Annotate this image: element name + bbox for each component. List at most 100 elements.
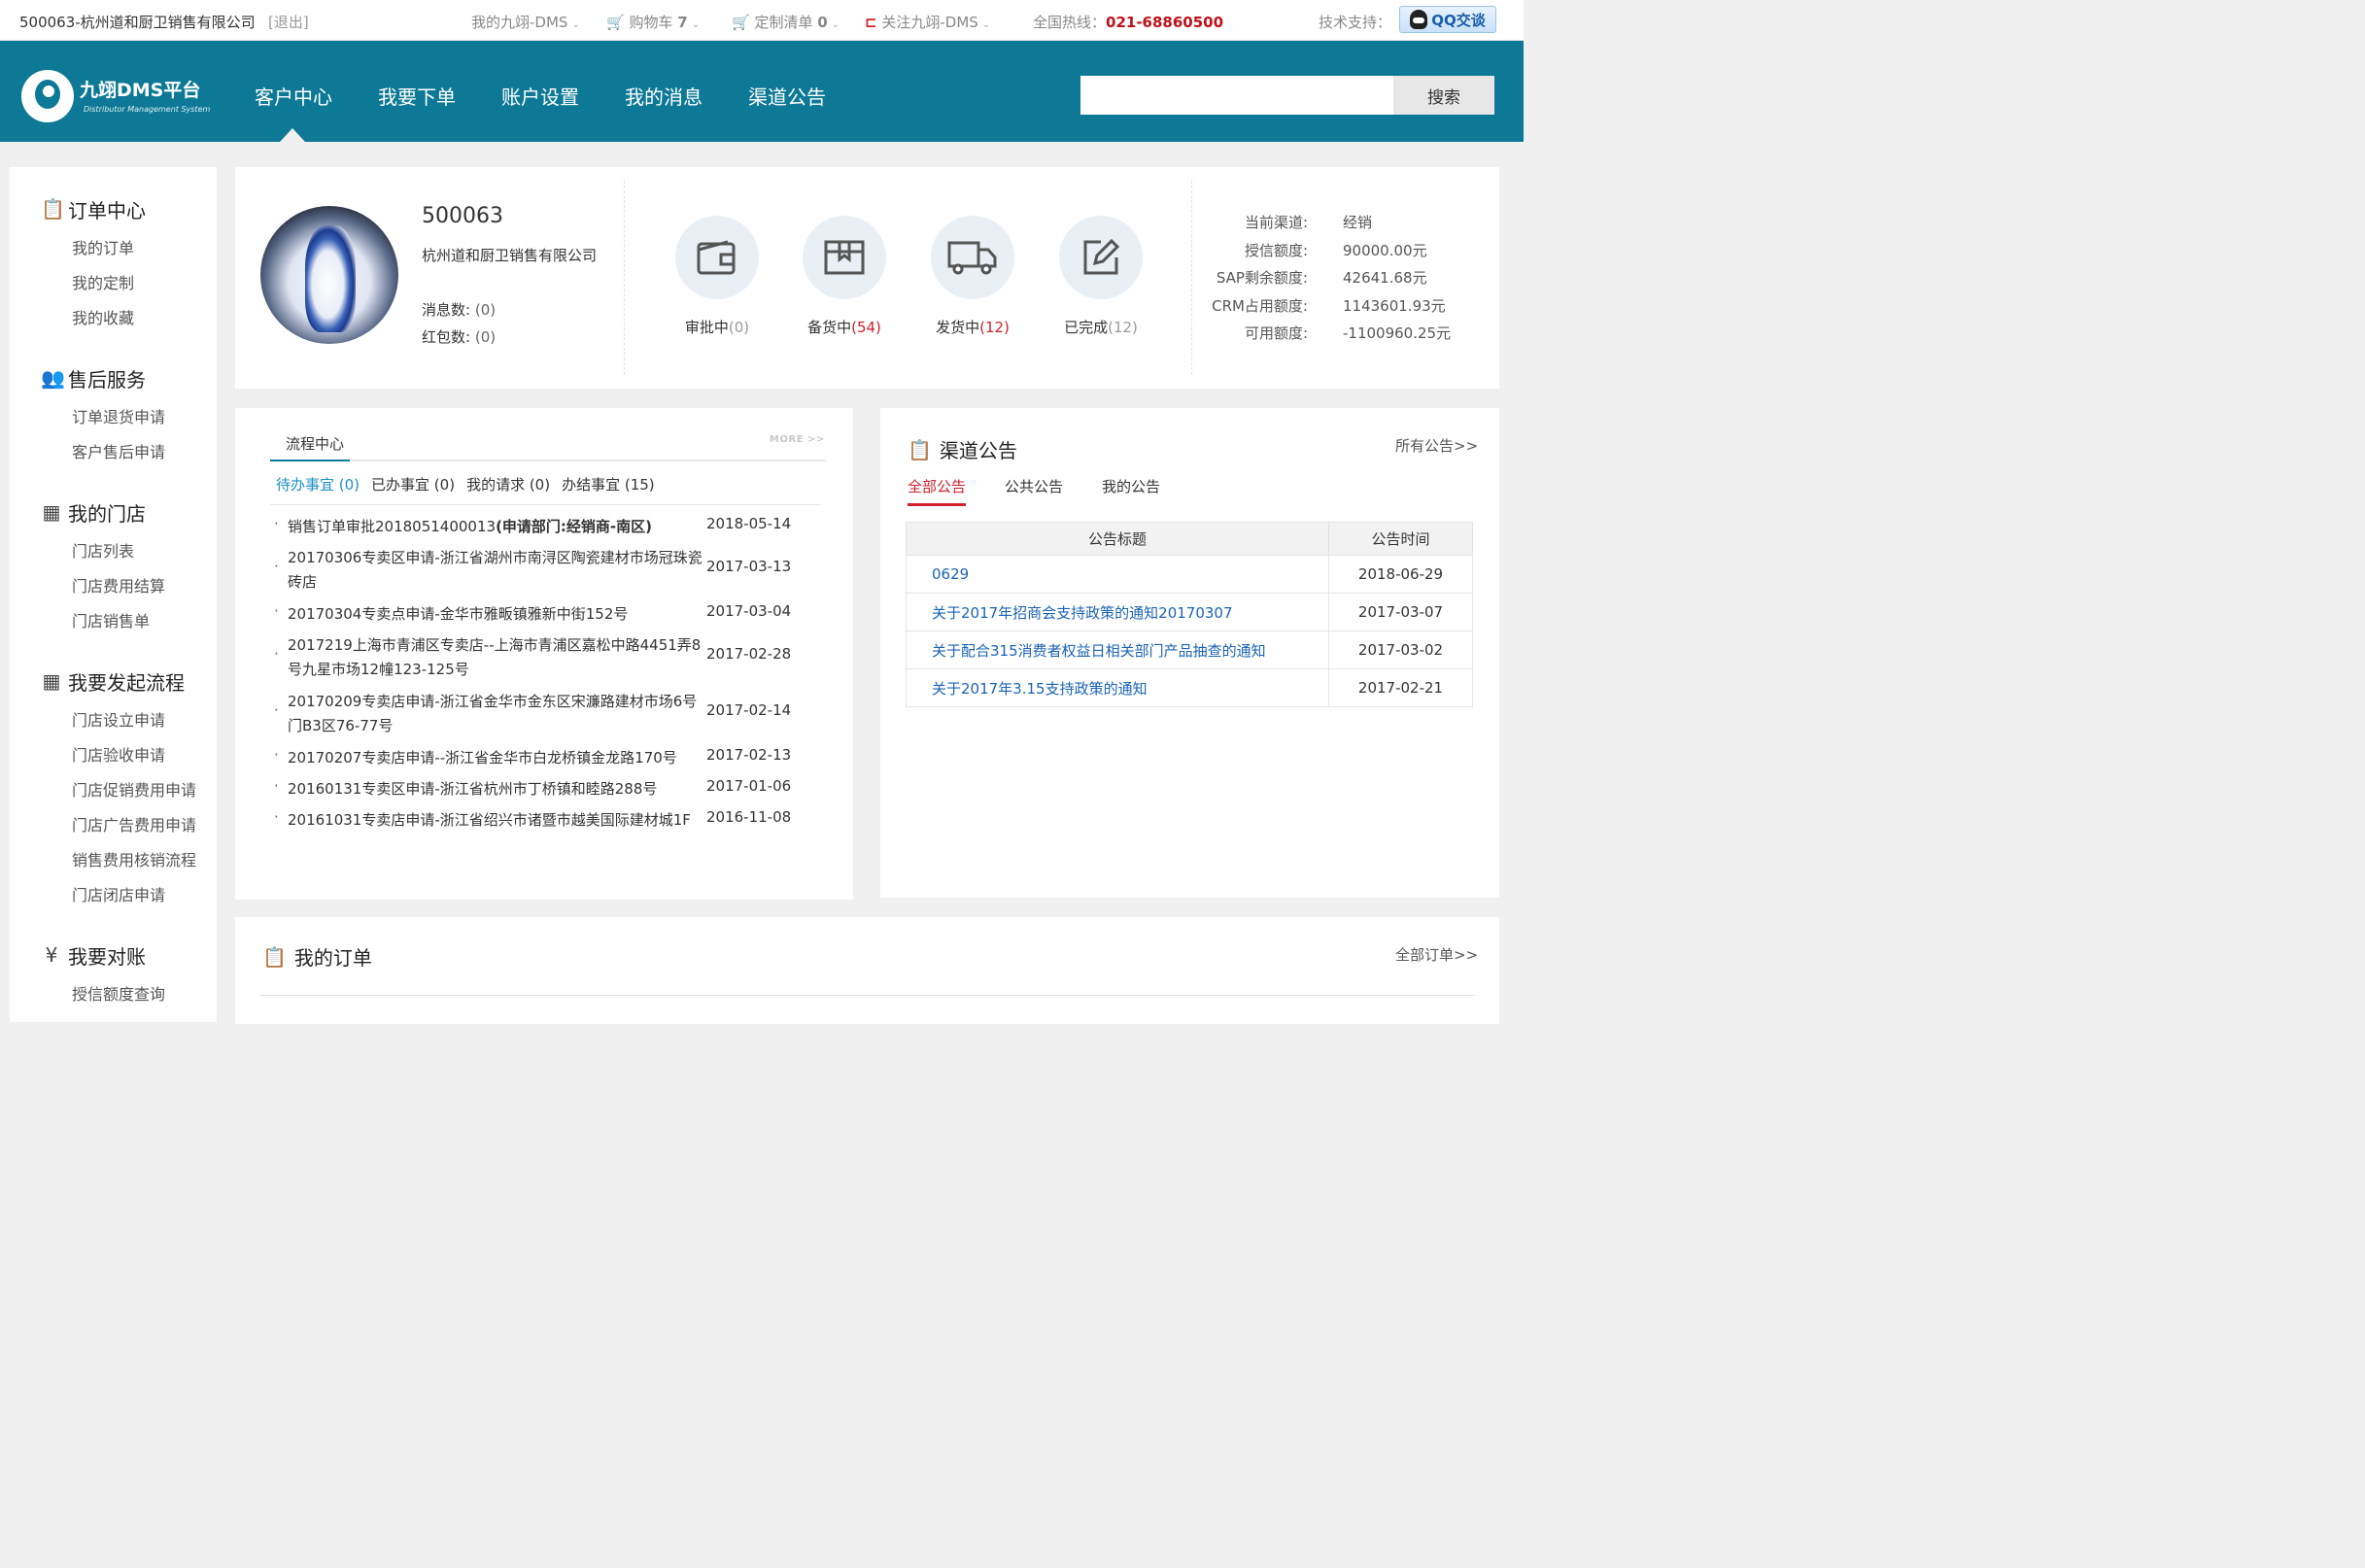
table-row: 关于配合315消费者权益日相关部门产品抽查的通知 2017-03-02	[906, 631, 1473, 669]
sidebar-item[interactable]: 门店费用结算	[10, 569, 217, 604]
company-name: 500063-杭州道和厨卫销售有限公司	[19, 14, 256, 31]
notice-title-link[interactable]: 关于2017年3.15支持政策的通知	[906, 668, 1329, 707]
notice-tabs: 全部公告 公共公告 我的公告	[908, 476, 1160, 506]
nav-place-order[interactable]: 我要下单	[378, 82, 456, 110]
all-orders-link[interactable]: 全部订单>>	[1395, 944, 1478, 965]
sidebar-item[interactable]: 门店促销费用申请	[10, 773, 217, 808]
sidebar-heading-label: 售后服务	[68, 367, 146, 392]
sidebar-item[interactable]: 门店设立申请	[10, 703, 217, 738]
subtab-done[interactable]: 已办事宜 (0)	[371, 474, 455, 494]
flow-row-date: 2017-02-13	[706, 746, 792, 764]
chevron-down-icon: ⌄	[691, 19, 701, 30]
tab-my-notices[interactable]: 我的公告	[1102, 476, 1160, 506]
sidebar-item[interactable]: 门店广告费用申请	[10, 808, 217, 843]
my-dms-menu[interactable]: 我的九翊-DMS ⌄	[471, 12, 580, 32]
sidebar-item[interactable]: 门店验收申请	[10, 738, 217, 773]
subtab-todo[interactable]: 待办事宜 (0)	[276, 474, 360, 494]
divider	[270, 504, 820, 505]
search-input[interactable]	[1080, 76, 1393, 115]
sidebar-item[interactable]: 门店销售单	[10, 604, 217, 639]
custom-list-menu[interactable]: 🛒 定制清单 0 ⌄	[732, 12, 840, 32]
logout-link[interactable]: [退出]	[268, 12, 309, 32]
status-shipping[interactable]: 发货中(12)	[914, 216, 1031, 337]
sidebar-item[interactable]: 门店闭店申请	[10, 878, 217, 913]
store-icon: ▦	[42, 669, 61, 693]
nav-account-settings[interactable]: 账户设置	[501, 82, 579, 110]
all-notices-link[interactable]: 所有公告>>	[1395, 435, 1478, 456]
tab-public-notices[interactable]: 公共公告	[1005, 476, 1063, 506]
logo[interactable]: 九翊DMS平台 Distributor Management System	[21, 68, 210, 122]
account-key: 可用额度:	[1244, 324, 1308, 342]
flow-row-date: 2018-05-14	[706, 515, 792, 532]
flow-subtabs: 待办事宜 (0) 已办事宜 (0) 我的请求 (0) 办结事宜 (15)	[276, 474, 655, 494]
sidebar-item[interactable]: 授信额度查询	[10, 977, 217, 1012]
tab-flow-center[interactable]: 流程中心	[286, 433, 344, 454]
sidebar-heading[interactable]: ¥ 我要对账	[10, 940, 217, 970]
sidebar-item[interactable]: 客户售后申请	[10, 435, 217, 470]
subtab-my-requests[interactable]: 我的请求 (0)	[466, 474, 550, 494]
divider	[270, 460, 826, 461]
column-header-title: 公告标题	[906, 522, 1329, 556]
sidebar-group-orders: 📋 订单中心 我的订单 我的定制 我的收藏	[10, 194, 217, 336]
red-packet-count[interactable]: 红包数: (0)	[422, 326, 496, 347]
sidebar-heading[interactable]: ▦ 我要发起流程	[10, 666, 217, 696]
sidebar-item[interactable]: 我的收藏	[10, 301, 217, 336]
sidebar-heading[interactable]: ▦ 我的门店	[10, 497, 217, 527]
sidebar-item[interactable]: 我的订单	[10, 231, 217, 266]
sidebar-heading[interactable]: 👥 售后服务	[10, 363, 217, 392]
flow-row-title: 20170209专卖店申请-浙江省金华市金东区宋濂路建材市场6号门B3区76-7…	[288, 693, 698, 734]
nav-customer-center[interactable]: 客户中心	[255, 82, 332, 110]
flow-row-title-bold: (申请部门:经销商-南区)	[496, 518, 653, 535]
status-count: (12)	[979, 319, 1010, 336]
sidebar-item[interactable]: 订单退货申请	[10, 400, 217, 435]
follow-menu[interactable]: ⊏ 关注九翊-DMS ⌄	[865, 12, 990, 32]
panel-title: 📋 我的订单	[262, 942, 372, 971]
more-link[interactable]: MORE >>	[770, 434, 825, 445]
tab-all-notices[interactable]: 全部公告	[908, 476, 967, 506]
flow-row-date: 2017-02-14	[706, 701, 792, 719]
chevron-down-icon: ⌄	[831, 19, 840, 30]
flow-center-panel: 流程中心 MORE >> 待办事宜 (0) 已办事宜 (0) 我的请求 (0) …	[235, 408, 853, 900]
message-count-value: (0)	[474, 301, 497, 319]
notice-date: 2017-02-21	[1328, 668, 1473, 707]
clipboard-icon: 📋	[262, 944, 287, 969]
sidebar-item[interactable]: 门店列表	[10, 534, 217, 569]
cart-label: 购物车	[629, 14, 673, 31]
clipboard-icon: 📋	[908, 437, 932, 461]
panel-title: 📋 渠道公告	[908, 435, 1017, 463]
sidebar-item[interactable]: 销售费用核销流程	[10, 843, 217, 878]
table-row: 0629 2018-06-29	[906, 555, 1473, 594]
users-icon: 👥	[41, 366, 65, 390]
status-stocking[interactable]: 备货中(54)	[786, 216, 903, 337]
channel-notice-panel: 📋 渠道公告 所有公告>> 全部公告 公共公告 我的公告 公告标题 公告时间 06…	[880, 408, 1499, 898]
notice-date: 2017-03-02	[1328, 631, 1473, 669]
sidebar-item[interactable]: 我的定制	[10, 266, 217, 301]
sidebar-heading[interactable]: 📋 订单中心	[10, 194, 217, 223]
follow-icon: ⊏	[865, 14, 877, 31]
subtab-finished[interactable]: 办结事宜 (15)	[562, 474, 655, 494]
message-count[interactable]: 消息数: (0)	[422, 299, 496, 320]
cart-menu[interactable]: 🛒 购物车 7 ⌄	[606, 12, 700, 32]
account-value: 经销	[1343, 214, 1373, 231]
nav-my-messages[interactable]: 我的消息	[625, 82, 703, 110]
divider	[624, 181, 625, 375]
my-orders-panel: 📋 我的订单 全部订单>>	[235, 917, 1499, 1024]
table-row: 关于2017年招商会支持政策的通知20170307 2017-03-07	[906, 593, 1473, 631]
nav-channel-notice[interactable]: 渠道公告	[748, 82, 826, 110]
clipboard-icon: 📋	[41, 197, 65, 221]
status-completed[interactable]: 已完成(12)	[1043, 216, 1159, 337]
vase-image	[305, 225, 356, 332]
status-approving[interactable]: 审批中(0)	[659, 216, 775, 337]
flow-row-title: 20160131专卖区申请-浙江省杭州市丁桥镇和睦路288号	[288, 780, 658, 798]
notice-title-link[interactable]: 关于配合315消费者权益日相关部门产品抽查的通知	[906, 631, 1329, 669]
notice-title-link[interactable]: 0629	[906, 555, 1329, 594]
hotline: 全国热线：021-68860500	[1033, 12, 1223, 32]
flow-row-date: 2017-01-06	[706, 777, 792, 795]
sidebar-heading-label: 我的门店	[68, 501, 146, 526]
search-button[interactable]: 搜索	[1393, 76, 1494, 115]
qq-chat-button[interactable]: QQ交谈	[1399, 6, 1496, 33]
bullet-icon: ·	[274, 645, 279, 663]
account-value: 90000.00元	[1343, 241, 1427, 259]
divider	[260, 995, 1475, 996]
notice-title-link[interactable]: 关于2017年招商会支持政策的通知20170307	[906, 593, 1329, 631]
